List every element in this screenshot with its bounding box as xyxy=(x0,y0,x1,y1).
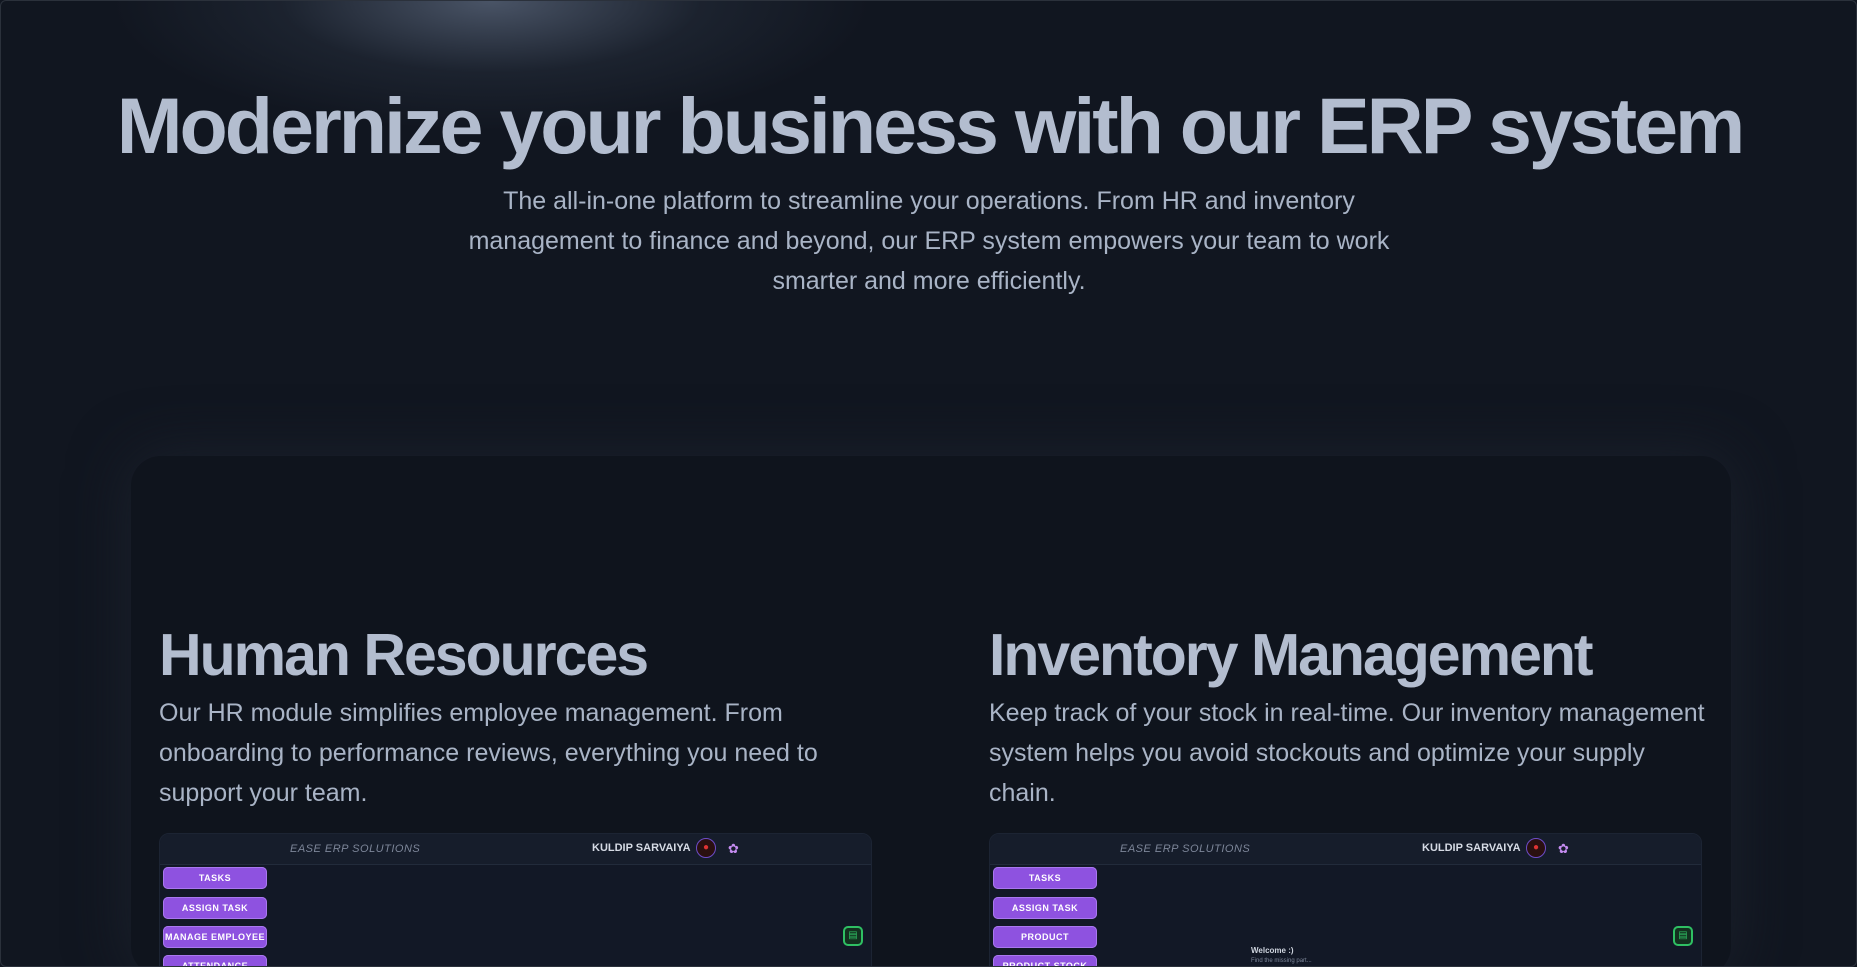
bot-icon: ✿ xyxy=(1558,841,1569,856)
avatar-icon: ● xyxy=(696,838,716,858)
chat-icon: ▤ xyxy=(843,926,863,946)
avatar-icon: ● xyxy=(1526,838,1546,858)
preview-menu-product: PRODUCT xyxy=(993,926,1097,948)
preview-topbar: EASE ERP SOLUTIONS KULDIP SARVAIYA ● ✿ xyxy=(990,834,1701,865)
feature-inventory-description: Keep track of your stock in real-time. O… xyxy=(989,699,1705,807)
preview-welcome-subtext: Find the missing part... xyxy=(1251,958,1312,964)
bot-icon: ✿ xyxy=(728,841,739,856)
preview-menu-product-stock: PRODUCT STOCK xyxy=(993,955,1097,966)
feature-hr-description: Our HR module simplifies employee manage… xyxy=(159,699,818,807)
hr-preview-screenshot: EASE ERP SOLUTIONS KULDIP SARVAIYA ● ✿ T… xyxy=(159,833,872,966)
feature-hr: Human Resources Our HR module simplifies… xyxy=(159,621,879,813)
preview-user-name: KULDIP SARVAIYA xyxy=(1422,842,1521,854)
preview-menu-assign-task: ASSIGN TASK xyxy=(993,897,1097,919)
preview-user-name: KULDIP SARVAIYA xyxy=(592,842,691,854)
page-frame: Modernize your business with our ERP sys… xyxy=(0,0,1857,967)
feature-inventory: Inventory Management Keep track of your … xyxy=(989,621,1709,813)
preview-welcome-text: Welcome :) xyxy=(1251,946,1294,955)
preview-menu-tasks: TASKS xyxy=(163,867,267,889)
preview-menu-tasks: TASKS xyxy=(993,867,1097,889)
hero-subtitle: The all-in-one platform to streamline yo… xyxy=(468,187,1390,295)
hero-title: Modernize your business with our ERP sys… xyxy=(116,81,1746,170)
feature-inventory-title: Inventory Management xyxy=(989,622,1594,688)
chat-icon: ▤ xyxy=(1673,926,1693,946)
preview-menu-manage-employee: MANAGE EMPLOYEE xyxy=(163,926,267,948)
preview-menu-attendance: ATTENDANCE xyxy=(163,955,267,966)
preview-menu-assign-task: ASSIGN TASK xyxy=(163,897,267,919)
preview-topbar: EASE ERP SOLUTIONS KULDIP SARVAIYA ● ✿ xyxy=(160,834,871,865)
inventory-preview-screenshot: EASE ERP SOLUTIONS KULDIP SARVAIYA ● ✿ T… xyxy=(989,833,1702,966)
feature-hr-title: Human Resources xyxy=(159,622,649,688)
preview-brand-logo: EASE ERP SOLUTIONS xyxy=(290,843,421,855)
preview-brand-logo: EASE ERP SOLUTIONS xyxy=(1120,843,1251,855)
